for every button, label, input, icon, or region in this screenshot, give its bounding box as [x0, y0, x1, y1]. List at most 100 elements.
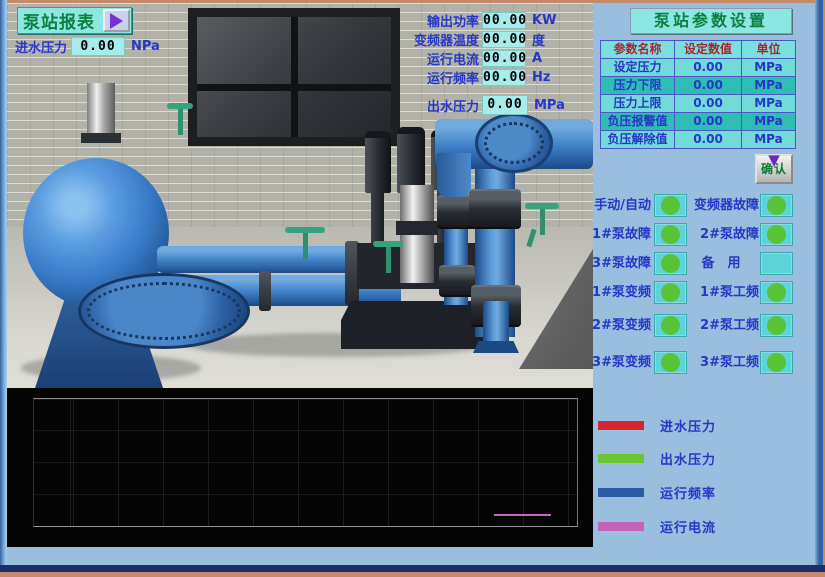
pump-chrome-band [396, 221, 438, 235]
param-unit: MPa [742, 77, 795, 94]
param-name: 负压报警值 [601, 113, 675, 130]
params-table-header: 参数名称 设定数值 单位 [601, 41, 795, 59]
vfd-temp-label: 变频器温度 [403, 30, 479, 49]
run-current-trace [494, 514, 551, 516]
table-row: 设定压力 0.00 MPa [601, 59, 795, 77]
legend-color-inlet [598, 421, 644, 430]
run-frequency-label: 运行频率 [403, 68, 479, 87]
params-panel-title: 泵站参数设置 [630, 8, 792, 34]
indicator-vfd-fault [760, 194, 793, 217]
lamp-icon [661, 283, 680, 302]
pump-motor-1 [365, 131, 391, 193]
indicator-label-pump2-mains: 2#泵工频 [683, 314, 759, 337]
run-frequency-value: 00.00 [482, 69, 526, 86]
param-unit: MPa [742, 95, 795, 112]
param-name: 设定压力 [601, 59, 675, 76]
vfd-temp-value: 00.00 [482, 31, 526, 48]
window-mullion-vertical [291, 17, 298, 137]
indicator-label-pump1-fault: 1#泵故障 [575, 223, 651, 246]
run-current-value: 00.00 [482, 50, 526, 67]
pipe-coupling-3 [469, 189, 521, 229]
indicator-label-pump1-vfd: 1#泵变频 [575, 281, 651, 304]
frame-bottom-edge [0, 572, 825, 577]
table-row: 压力上限 0.00 MPa [601, 95, 795, 113]
outlet-pressure-row: 出水压力 0.00 MPa [403, 95, 565, 115]
indicator-label-pump3-mains: 3#泵工频 [683, 351, 759, 374]
lamp-icon [661, 225, 680, 244]
pump-motor-2 [397, 127, 425, 193]
valve-handle-3 [525, 203, 559, 243]
header-flange-bolt-ring [484, 122, 544, 164]
outlet-pressure-unit: MPa [534, 98, 565, 113]
run-frequency-unit: Hz [532, 70, 550, 85]
run-current-unit: A [532, 51, 542, 66]
valve-handle-wall [167, 103, 193, 133]
pipe-coupling-2 [439, 265, 475, 297]
output-power-value: 00.00 [482, 12, 526, 29]
param-unit: MPa [742, 131, 795, 148]
param-name: 压力上限 [601, 95, 675, 112]
valve-3-stem [540, 209, 545, 235]
legend-label-frequency: 运行频率 [660, 483, 716, 502]
lamp-icon [767, 316, 786, 335]
pipe-flange-ring-2 [259, 271, 271, 311]
table-row: 负压解除值 0.00 MPa [601, 131, 795, 149]
run-current-row: 运行电流 00.00 A [403, 49, 542, 68]
lamp-icon [661, 196, 680, 215]
valve-wall-stem [178, 109, 183, 135]
inlet-pressure-unit: NPa [131, 39, 160, 54]
frame-top [0, 0, 825, 3]
indicator-spare [760, 252, 793, 275]
indicator-label-pump3-fault: 3#泵故障 [575, 252, 651, 275]
legend-color-outlet [598, 454, 644, 463]
report-nav-button[interactable] [103, 9, 130, 32]
table-row: 压力下限 0.00 MPa [601, 77, 795, 95]
legend-color-frequency [598, 488, 644, 497]
frame-left [0, 0, 7, 577]
param-setvalue-field[interactable]: 0.00 [675, 113, 742, 130]
drop-pipe [483, 301, 509, 347]
output-power-row: 输出功率 00.00 KW [403, 11, 556, 30]
confirm-button-label: 确认 [757, 163, 791, 175]
drop-pipe-foot [473, 341, 519, 353]
legend-label-outlet: 出水压力 [660, 449, 716, 468]
lamp-icon [767, 353, 786, 372]
hmi-screen: 泵站报表 进水压力 0.00 NPa 输出功率 00.00 KW 变频器温度 0… [0, 0, 825, 577]
indicator-label-pump2-fault: 2#泵故障 [683, 223, 759, 246]
frame-right [815, 0, 825, 577]
lamp-icon [767, 283, 786, 302]
lamp-icon [661, 254, 680, 273]
output-power-label: 输出功率 [403, 11, 479, 30]
indicator-pump1-mains [760, 281, 793, 304]
outlet-pressure-label: 出水压力 [403, 96, 479, 115]
legend-run-frequency: 运行频率 [598, 483, 716, 502]
inlet-pressure-label: 进水压力 [15, 37, 71, 56]
confirm-button[interactable]: ▼ 确认 [755, 154, 793, 184]
lamp-icon [661, 353, 680, 372]
legend-label-inlet: 进水压力 [660, 416, 716, 435]
lamp-icon [661, 316, 680, 335]
outlet-pressure-value: 0.00 [482, 95, 528, 115]
play-icon [110, 13, 123, 29]
indicator-pump2-mains [760, 314, 793, 337]
legend-color-current [598, 522, 644, 531]
run-current-label: 运行电流 [403, 49, 479, 68]
report-button-label: 泵站报表 [18, 8, 95, 33]
legend-inlet-pressure: 进水压力 [598, 416, 716, 435]
param-setvalue-field[interactable]: 0.00 [675, 131, 742, 148]
valve-1-stem [303, 233, 308, 259]
params-table: 参数名称 设定数值 单位 设定压力 0.00 MPa 压力下限 0.00 MPa… [600, 40, 796, 149]
param-setvalue-field[interactable]: 0.00 [675, 77, 742, 94]
frame-bottom [0, 565, 825, 572]
header-elbow [437, 153, 471, 197]
trend-chart [7, 388, 593, 547]
param-setvalue-field[interactable]: 0.00 [675, 95, 742, 112]
indicator-label-pump1-mains: 1#泵工频 [683, 281, 759, 304]
outlet-header-flange-cap [475, 113, 553, 173]
param-name: 压力下限 [601, 77, 675, 94]
lamp-icon [767, 196, 786, 215]
param-setvalue-field[interactable]: 0.00 [675, 59, 742, 76]
window [188, 8, 400, 146]
inlet-pressure-row: 进水压力 0.00 NPa [15, 37, 160, 56]
indicator-label-vfd-fault: 变频器故障 [683, 194, 759, 217]
